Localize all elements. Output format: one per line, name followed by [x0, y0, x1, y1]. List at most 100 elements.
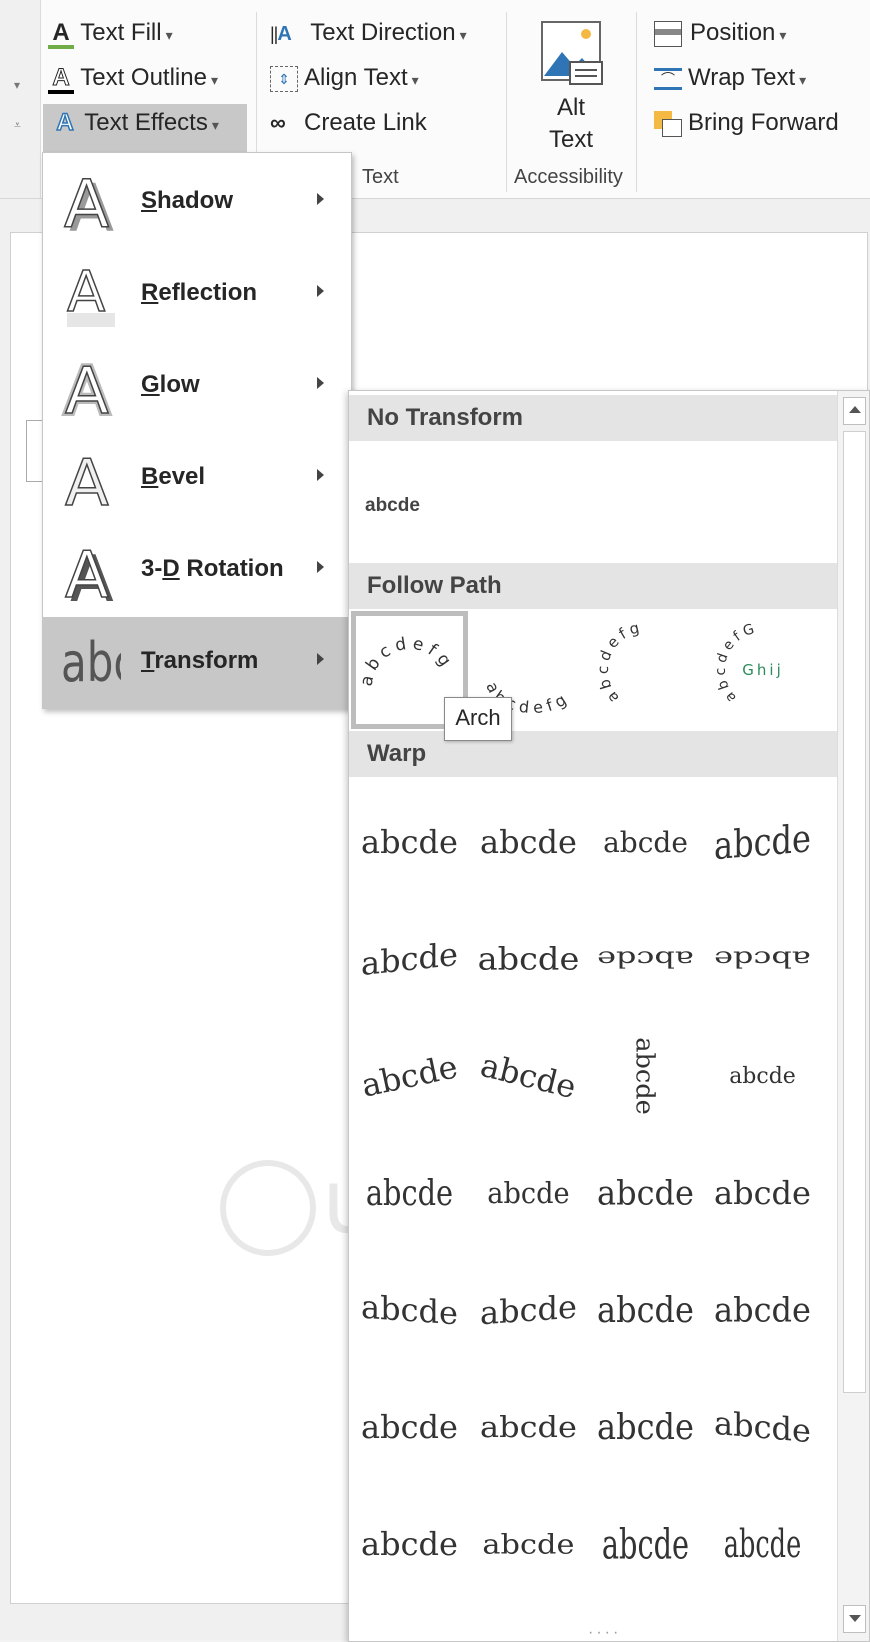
no-transform-option[interactable]: abcde: [359, 451, 476, 561]
warp-sample: abcde: [729, 1063, 796, 1089]
warp-option[interactable]: abcde: [704, 1017, 821, 1135]
warp-sample: abcde: [601, 1519, 690, 1569]
resize-grip[interactable]: ····: [588, 1624, 621, 1642]
align-text-button[interactable]: ⇕ Align Text ▾: [270, 63, 419, 95]
caret-down-icon: [848, 1615, 861, 1622]
warp-option[interactable]: abcde: [470, 1251, 587, 1369]
bring-forward-button[interactable]: Bring Forward: [654, 108, 839, 138]
warp-option[interactable]: abcde: [470, 1134, 587, 1252]
wrap-text-button[interactable]: ⌒ Wrap Text ▾: [654, 63, 806, 95]
align-text-icon: ⇕: [270, 65, 298, 92]
warp-option[interactable]: abcde: [587, 1017, 704, 1135]
warp-option[interactable]: abcde: [470, 1368, 587, 1486]
warp-option[interactable]: abcde: [351, 783, 468, 901]
warp-option[interactable]: abcde: [704, 1251, 821, 1369]
warp-option[interactable]: abcde: [351, 1134, 468, 1252]
accessibility-group-label: Accessibility: [514, 166, 623, 188]
warp-sample: abcde: [630, 1037, 661, 1115]
svg-text:Ghij: Ghij: [742, 661, 783, 679]
create-link-label: Create Link: [304, 109, 427, 136]
warp-option[interactable]: abcde: [470, 1017, 587, 1135]
submenu-arrow-icon: [317, 469, 324, 481]
warp-option[interactable]: abcde: [587, 1485, 704, 1603]
warp-option[interactable]: abcde: [587, 783, 704, 901]
gallery-scrollbar[interactable]: [837, 391, 869, 1641]
text-outline-button[interactable]: A Text Outline ▾: [48, 63, 218, 95]
warp-sample: abcde: [361, 1408, 458, 1446]
warp-sample: abcde: [361, 1525, 458, 1563]
text-effects-button[interactable]: A Text Effects ▾: [52, 108, 219, 140]
warp-option[interactable]: abcde: [704, 1368, 821, 1486]
warp-option[interactable]: abcde: [704, 900, 821, 1018]
position-label: Position: [690, 19, 776, 46]
menu-item-shadow[interactable]: AA Shadow: [43, 157, 351, 249]
alt-text-label-1: Alt: [556, 94, 585, 121]
position-icon: [654, 20, 682, 47]
warp-option[interactable]: abcde: [470, 900, 587, 1018]
menu-item-3d-rotation[interactable]: AA 3-D Rotation: [43, 525, 351, 617]
svg-text:abcdefghijklm: abcdefghijklm: [596, 620, 645, 706]
warp-sample: abcde: [480, 1409, 577, 1445]
section-follow-path: Follow Path: [349, 563, 837, 609]
svg-text:A: A: [65, 447, 109, 513]
menu-item-glow[interactable]: AA Glow: [43, 341, 351, 433]
reflection-icon: A: [66, 261, 115, 327]
warp-option[interactable]: abcde: [587, 1251, 704, 1369]
text-direction-button[interactable]: ||A Text Direction ▾: [270, 18, 467, 50]
caret-up-icon: [848, 406, 861, 413]
menu-item-bevel[interactable]: A Bevel: [43, 433, 351, 525]
text-group-label: Text: [362, 166, 399, 188]
warp-option[interactable]: abcde: [704, 1485, 821, 1603]
position-button[interactable]: Position ▾: [654, 18, 786, 50]
align-text-label: Align Text: [304, 64, 408, 91]
text-direction-icon: ||A: [270, 23, 292, 45]
warp-option[interactable]: abcde: [704, 1134, 821, 1252]
warp-sample: abcde: [477, 940, 580, 978]
warp-option[interactable]: abcde: [351, 1251, 468, 1369]
group-separator: [636, 12, 637, 192]
svg-text:A: A: [65, 539, 109, 605]
warp-option[interactable]: abcde: [470, 783, 587, 901]
menu-item-reflection[interactable]: A Reflection: [43, 249, 351, 341]
scroll-thumb[interactable]: [843, 431, 866, 1393]
warp-option[interactable]: abcde: [470, 1485, 587, 1603]
transform-gallery: No Transform abcde Follow Path abcdefg a…: [348, 390, 870, 1642]
text-effects-menu: AA Shadow A Reflection AA Glow A Bevel A…: [42, 152, 352, 709]
warp-option[interactable]: abcde: [351, 1485, 468, 1603]
follow-path-circle[interactable]: abcdefghijklm: [587, 611, 704, 729]
warp-option[interactable]: abcde: [587, 900, 704, 1018]
warp-option[interactable]: abcde: [351, 1017, 468, 1135]
wrap-text-icon: ⌒: [654, 67, 682, 90]
warp-option[interactable]: abcde: [587, 1134, 704, 1252]
submenu-arrow-icon: [317, 285, 324, 297]
warp-sample: abcde: [714, 815, 811, 869]
3d-rotation-icon: AA: [64, 538, 114, 605]
svg-text:abcdefg: abcdefg: [360, 633, 458, 687]
warp-option[interactable]: abcde: [351, 1368, 468, 1486]
warp-sample: abcde: [482, 1527, 575, 1561]
glow-icon: AA: [62, 353, 112, 421]
warp-sample: abcde: [480, 1287, 577, 1333]
warp-sample: abcde: [714, 1290, 811, 1330]
menu-item-transform[interactable]: abc Transform: [43, 617, 351, 709]
scroll-down-button[interactable]: [843, 1605, 866, 1633]
alt-text-button[interactable]: Alt Text: [536, 18, 606, 158]
warp-option[interactable]: abcde: [587, 1368, 704, 1486]
chevron-down-icon: ▾: [211, 117, 219, 133]
alt-text-icon: [541, 21, 603, 85]
scroll-up-button[interactable]: [843, 397, 866, 425]
text-fill-label: Text Fill: [80, 19, 162, 46]
svg-text:A: A: [64, 169, 109, 237]
scroll-gallery-icon[interactable]: ⩡: [14, 118, 21, 133]
dropdown-caret-icon[interactable]: ▾: [14, 78, 20, 92]
text-fill-button[interactable]: A Text Fill ▾: [48, 18, 173, 50]
warp-sample: abcde: [597, 1406, 694, 1448]
text-outline-label: Text Outline: [80, 64, 207, 91]
warp-option[interactable]: abcde: [351, 900, 468, 1018]
no-transform-sample: abcde: [365, 495, 420, 516]
submenu-arrow-icon: [317, 653, 324, 665]
warp-option[interactable]: abcde: [704, 783, 821, 901]
warp-sample: abcde: [480, 823, 577, 861]
create-link-button[interactable]: ∞ Create Link: [270, 108, 427, 138]
follow-path-button[interactable]: abcdefGhijklmno Ghij: [704, 611, 821, 729]
